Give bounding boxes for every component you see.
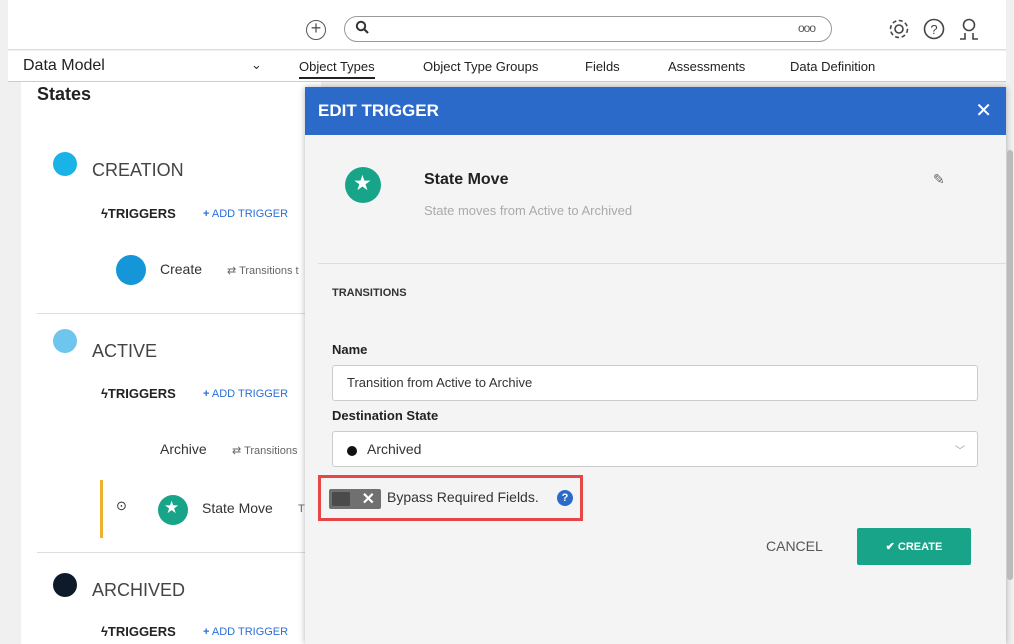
chevron-down-icon[interactable]: ⌄	[251, 57, 262, 73]
question-circle-icon[interactable]: ?	[921, 16, 947, 42]
bypass-toggle[interactable]: ✕	[329, 489, 381, 509]
scrollbar[interactable]	[1006, 50, 1014, 644]
plus-icon: +	[203, 388, 210, 400]
create-button[interactable]: ✔ CREATE	[857, 528, 971, 565]
divider	[37, 313, 321, 314]
bypass-label: Bypass Required Fields.	[387, 489, 539, 505]
top-toolbar: + ooo ?	[8, 0, 1006, 50]
add-trigger-button[interactable]: + ADD TRIGGER	[203, 626, 288, 638]
tab-assessments[interactable]: Assessments	[668, 59, 745, 74]
tab-data-definition[interactable]: Data Definition	[790, 59, 875, 74]
page-title: States	[37, 84, 92, 104]
trigger-name[interactable]: State Move	[202, 500, 273, 516]
bolt-icon: ϟ	[101, 386, 108, 401]
name-input[interactable]: Transition from Active to Archive	[332, 365, 978, 401]
star-badge-icon: ★	[158, 495, 188, 525]
cancel-button[interactable]: CANCEL	[766, 538, 823, 554]
modal-header: EDIT TRIGGER ✕	[305, 87, 1006, 135]
name-label: Name	[332, 342, 368, 357]
state-name-active: ACTIVE	[92, 341, 158, 361]
destination-value: Archived	[367, 441, 422, 457]
gear-icon[interactable]	[886, 16, 912, 42]
scrollbar-thumb[interactable]	[1007, 150, 1013, 580]
modal-title: EDIT TRIGGER	[318, 101, 439, 120]
divider	[318, 263, 1006, 264]
more-options-icon[interactable]: ooo	[798, 21, 816, 35]
transition-text: ⇄ Transitions t	[227, 265, 299, 277]
user-icon[interactable]	[956, 16, 982, 42]
section-label: TRANSITIONS	[332, 287, 407, 299]
transition-text: ⇄ Transitions	[232, 445, 298, 457]
bypass-highlight: ✕ Bypass Required Fields. ?	[318, 475, 583, 521]
triggers-heading: ϟTRIGGERS	[101, 624, 176, 639]
triggers-heading: ϟTRIGGERS	[101, 386, 176, 401]
trigger-description: State moves from Active to Archived	[424, 203, 633, 218]
modal-body: ★ State Move State moves from Active to …	[305, 135, 1006, 644]
plus-icon: +	[203, 208, 210, 220]
destination-label: Destination State	[332, 408, 439, 423]
nav-bar: Data Model ⌄ Object Types Object Type Gr…	[8, 51, 1006, 82]
states-panel: States CREATION ϟTRIGGERS + ADD TRIGGER …	[21, 82, 321, 644]
state-color-dot	[53, 152, 77, 176]
plus-circle-icon[interactable]: +	[306, 19, 326, 40]
edit-trigger-modal: EDIT TRIGGER ✕ ★ State Move State moves …	[305, 87, 1006, 644]
transition-arrows-icon: ⇄	[232, 445, 242, 457]
divider	[37, 552, 321, 553]
destination-select[interactable]: Archived ﹀	[332, 431, 978, 467]
state-name-archived: ARCHIVED	[92, 580, 186, 600]
search-icon	[355, 20, 369, 34]
search-input[interactable]: ooo	[344, 16, 832, 42]
module-selector[interactable]: Data Model	[23, 57, 105, 75]
tab-fields[interactable]: Fields	[585, 59, 620, 74]
x-icon: ✕	[361, 491, 375, 508]
state-name-creation: CREATION	[92, 160, 184, 180]
name-value: Transition from Active to Archive	[347, 375, 533, 390]
transition-text: T	[298, 503, 305, 515]
trigger-name: State Move	[424, 171, 509, 188]
close-icon[interactable]: ✕	[975, 98, 992, 123]
star-badge-icon: ★	[345, 167, 381, 203]
tab-object-types[interactable]: Object Types	[299, 59, 375, 79]
state-dot-icon	[347, 446, 357, 456]
trigger-icon	[116, 255, 146, 285]
svg-text:?: ?	[930, 22, 937, 37]
state-color-dot	[53, 573, 77, 597]
chevron-down-icon: ﹀	[955, 446, 965, 457]
state-color-dot	[53, 329, 77, 353]
bolt-icon: ϟ	[101, 624, 108, 639]
selected-row-indicator	[100, 480, 103, 538]
trigger-name[interactable]: Archive	[160, 441, 207, 457]
add-trigger-button[interactable]: + ADD TRIGGER	[203, 388, 288, 400]
plus-icon: +	[203, 626, 210, 638]
pencil-icon[interactable]: ✎	[933, 171, 945, 188]
triggers-heading: ϟTRIGGERS	[101, 206, 176, 221]
bolt-icon: ϟ	[101, 206, 108, 221]
trigger-name[interactable]: Create	[160, 261, 202, 277]
toggle-knob	[332, 492, 350, 506]
help-icon[interactable]: ?	[557, 490, 573, 506]
tab-object-type-groups[interactable]: Object Type Groups	[423, 59, 538, 74]
clock-icon: ⊙	[116, 498, 127, 513]
add-trigger-button[interactable]: + ADD TRIGGER	[203, 208, 288, 220]
transition-arrows-icon: ⇄	[227, 265, 237, 277]
check-icon: ✔	[885, 541, 895, 553]
